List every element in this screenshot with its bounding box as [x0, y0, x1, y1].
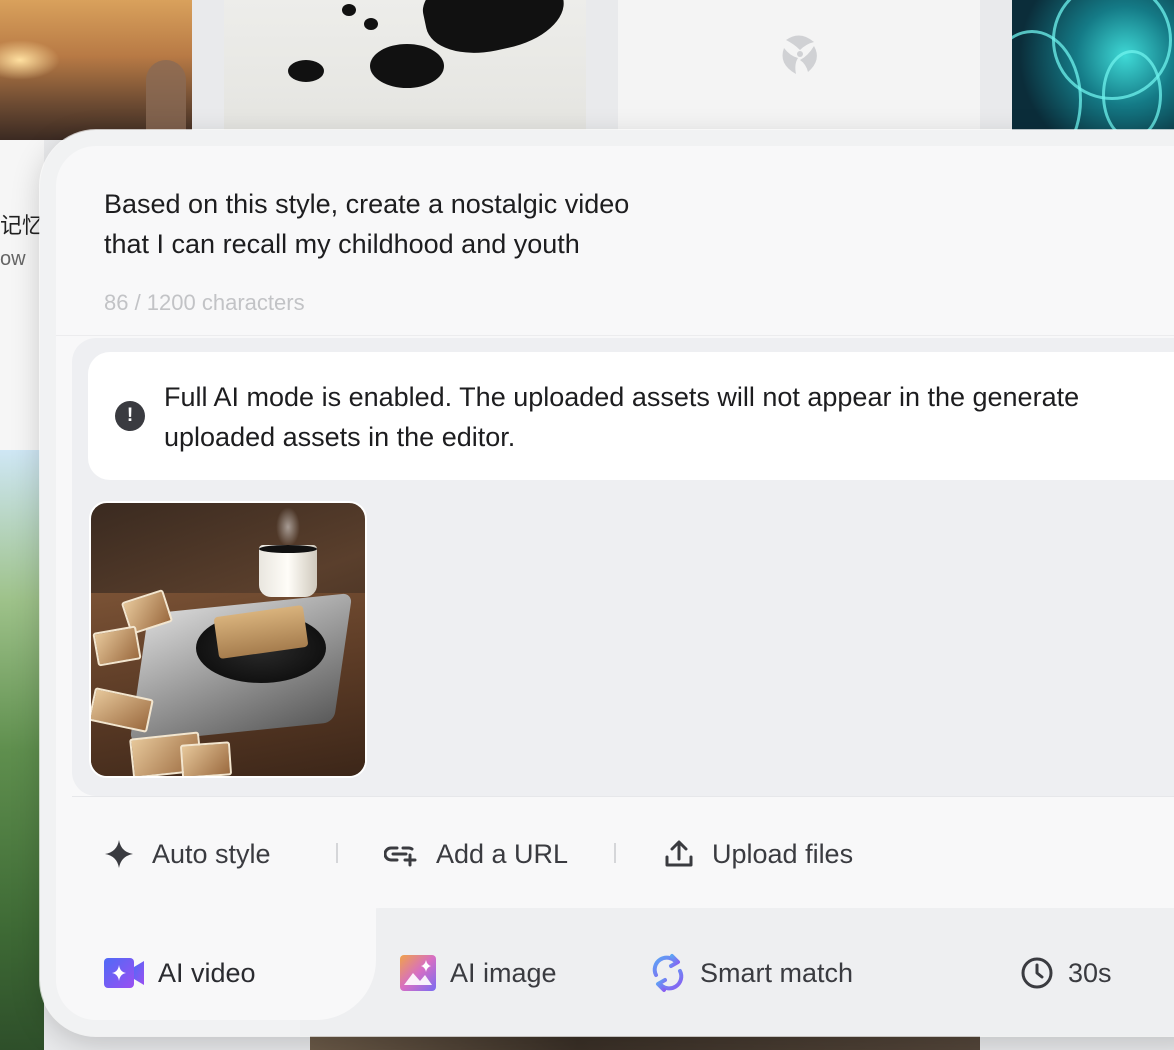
upload-icon: [665, 840, 693, 867]
duration-label: 30s: [1068, 957, 1112, 988]
auto-style-label: Auto style: [152, 838, 271, 869]
prompt-line: Based on this style, create a nostalgic …: [104, 189, 630, 219]
add-url-label: Add a URL: [436, 838, 569, 869]
upload-files-button[interactable]: Upload files: [664, 834, 853, 874]
ink-drop: [370, 44, 444, 88]
notice-line: Full AI mode is enabled. The uploaded as…: [164, 382, 1080, 412]
exclamation-icon: !: [115, 401, 145, 431]
gallery-tile-loading[interactable]: [618, 0, 980, 140]
gallery-tile-sunset[interactable]: [0, 0, 192, 140]
logo-placeholder-icon: [782, 35, 817, 74]
cassette-case: [179, 741, 233, 776]
refresh-icon: [652, 954, 684, 992]
notice-text: Full AI mode is enabled. The uploaded as…: [164, 377, 1174, 457]
sun-glow: [0, 40, 60, 80]
duration-selector[interactable]: 30s: [1020, 951, 1112, 995]
smart-match-label: Smart match: [700, 957, 854, 988]
gallery-tile-neon[interactable]: [1012, 0, 1174, 140]
ink-drop: [342, 4, 356, 16]
sparkle-icon: [105, 840, 133, 868]
auto-style-button[interactable]: Auto style: [104, 834, 271, 874]
enamel-mug: [259, 545, 317, 597]
ink-drop: [364, 18, 378, 30]
add-url-button[interactable]: Add a URL: [384, 834, 568, 874]
prompt-input[interactable]: Based on this style, create a nostalgic …: [104, 184, 744, 264]
video-camera-icon: [104, 958, 144, 988]
divider: [72, 796, 1174, 797]
clock-icon: [1021, 957, 1053, 989]
link-plus-icon: [384, 846, 417, 867]
tile-title: 记忆: [0, 213, 44, 238]
neon-ring: [1102, 50, 1162, 140]
ai-image-label: AI image: [450, 957, 557, 988]
gallery-tile-park[interactable]: [0, 450, 44, 1050]
steam: [276, 507, 300, 547]
ai-video-label: AI video: [158, 957, 256, 988]
ink-drop: [288, 60, 324, 82]
mode-tab-ai-image[interactable]: AI image: [400, 951, 557, 995]
prompt-line: that I can recall my childhood and youth: [104, 229, 580, 259]
divider: [56, 335, 1174, 336]
uploaded-asset-thumbnail[interactable]: [89, 501, 367, 778]
gallery-tile-text[interactable]: 记忆 ow: [0, 140, 44, 450]
tile-subtitle: ow: [0, 248, 26, 270]
mode-tab-ai-video[interactable]: AI video: [104, 951, 256, 995]
upload-files-label: Upload files: [712, 838, 854, 869]
ink-splash: [417, 0, 571, 64]
notice-line: uploaded assets in the editor.: [164, 422, 516, 452]
app-stage: 记忆 ow Based on this style, create a nost…: [0, 0, 1174, 1050]
character-count: 86 / 1200 characters: [104, 290, 305, 315]
image-icon: [400, 955, 436, 991]
toolbar-separator: [614, 843, 616, 863]
gallery-tile-ink[interactable]: [224, 0, 586, 140]
person-figure: [146, 60, 186, 140]
toolbar-separator: [336, 843, 338, 863]
mode-tab-smart-match[interactable]: Smart match: [650, 951, 853, 995]
